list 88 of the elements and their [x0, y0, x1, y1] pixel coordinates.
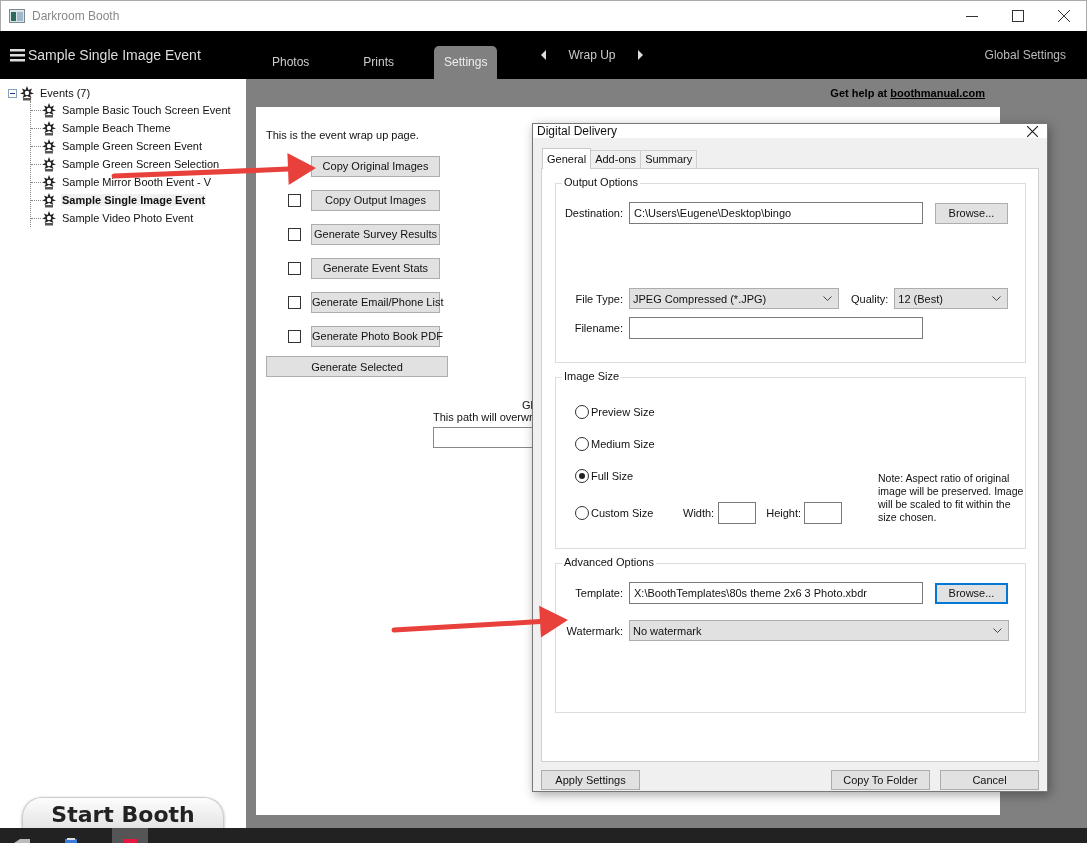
- tree-item[interactable]: Sample Video Photo Event: [61, 212, 195, 224]
- generate-selected-button[interactable]: Generate Selected: [266, 356, 448, 377]
- nav-tab[interactable]: Photos: [258, 46, 324, 79]
- path-field[interactable]: [433, 427, 532, 448]
- checkbox[interactable]: [288, 227, 301, 241]
- field-label: File Type:: [574, 292, 623, 305]
- intro-text: This is the event wrap up page.: [266, 129, 419, 141]
- action-button[interactable]: Copy Output Images: [311, 189, 440, 211]
- chevron-down-icon: [992, 296, 1002, 301]
- field-label: Template:: [574, 587, 623, 599]
- text-field[interactable]: C:\Users\Eugene\Desktop\bingo: [629, 202, 923, 224]
- app-icon: [9, 9, 25, 23]
- tree-item[interactable]: Sample Single Image Event: [61, 194, 207, 206]
- tab[interactable]: Summary: [640, 150, 698, 168]
- text-field[interactable]: [804, 502, 843, 524]
- collapse-icon[interactable]: [8, 88, 17, 98]
- previous-icon[interactable]: [541, 50, 547, 60]
- text-field[interactable]: X:\BoothTemplates\80s theme 2x6 3 Photo.xbdr: [629, 582, 923, 604]
- chevron-down-icon: [823, 296, 832, 301]
- global-settings-link[interactable]: Global Settings: [984, 48, 1087, 62]
- event-icon: [19, 85, 35, 101]
- step-label: Wrap Up: [568, 48, 616, 62]
- field-label: Watermark:: [565, 624, 623, 637]
- dialog-button[interactable]: Apply Settings: [541, 770, 640, 790]
- dropdown[interactable]: 12 (Best): [894, 288, 1009, 309]
- event-icon: [41, 174, 57, 190]
- help-text: Get help at boothmanual.com: [830, 87, 985, 99]
- tree-item[interactable]: Sample Green Screen Selection: [61, 158, 221, 170]
- event-icon: [41, 120, 57, 136]
- group-title: Image Size: [562, 370, 622, 382]
- section-heading: Gl: [521, 399, 533, 411]
- dialog-title: Digital Delivery: [537, 124, 618, 138]
- event-title: Sample Single Image Event: [28, 47, 201, 63]
- action-button[interactable]: Generate Survey Results: [311, 223, 440, 245]
- nav-tab[interactable]: Settings: [434, 46, 498, 79]
- event-icon: [41, 156, 57, 172]
- radio-label[interactable]: Full Size: [591, 470, 681, 482]
- next-icon[interactable]: [637, 50, 643, 60]
- field-label: Height:: [766, 507, 802, 519]
- field-label: Destination:: [564, 207, 623, 219]
- group-title: Advanced Options: [562, 556, 656, 568]
- tree-item[interactable]: Sample Green Screen Event: [61, 140, 204, 152]
- maximize-icon[interactable]: [1012, 10, 1024, 22]
- field-label: Width:: [683, 507, 715, 519]
- radio-label[interactable]: Medium Size: [591, 438, 681, 450]
- tree-item[interactable]: Sample Mirror Booth Event - V: [61, 176, 213, 188]
- field-label: Filename:: [573, 322, 623, 334]
- radio-label[interactable]: Custom Size: [591, 507, 681, 519]
- browse-button[interactable]: Browse...: [935, 582, 1008, 604]
- help-link[interactable]: boothmanual.com: [890, 87, 985, 99]
- radio-button[interactable]: [575, 506, 589, 520]
- dropdown[interactable]: JPEG Compressed (*.JPG): [629, 288, 839, 309]
- nav-tab[interactable]: Prints: [349, 46, 409, 79]
- radio-button[interactable]: [575, 469, 589, 483]
- tab[interactable]: General: [542, 148, 592, 169]
- radio-label[interactable]: Preview Size: [591, 406, 681, 418]
- action-button[interactable]: Copy Original Images: [311, 155, 440, 177]
- field-label: Quality:: [851, 292, 889, 305]
- event-icon: [41, 192, 57, 208]
- window-title: Darkroom Booth: [32, 9, 120, 23]
- chevron-down-icon: [993, 628, 1002, 633]
- note-text: Note: Aspect ratio of original image will be preserved. Image will be scaled to fit within the size chosen.: [878, 472, 1025, 524]
- group-title: Output Options: [562, 176, 640, 188]
- event-icon: [41, 102, 57, 118]
- tree-item[interactable]: Events (7): [39, 87, 92, 99]
- start-booth-button[interactable]: Start Booth: [22, 797, 224, 828]
- path-note: This path will overwr: [433, 411, 533, 423]
- text-field[interactable]: [629, 317, 923, 339]
- taskbar-icon[interactable]: [12, 838, 32, 843]
- dialog-button[interactable]: Cancel: [940, 770, 1039, 790]
- close-icon[interactable]: [1058, 10, 1070, 22]
- tree-item[interactable]: Sample Basic Touch Screen Event: [61, 104, 232, 116]
- dropdown[interactable]: No watermark: [629, 620, 1009, 641]
- menu-icon[interactable]: [10, 48, 25, 62]
- text-field[interactable]: [718, 502, 757, 524]
- checkbox[interactable]: [288, 329, 301, 343]
- close-icon[interactable]: [1027, 125, 1038, 137]
- dialog-button[interactable]: Copy To Folder: [831, 770, 930, 790]
- checkbox[interactable]: [288, 193, 301, 207]
- tree-item[interactable]: Sample Beach Theme: [61, 122, 172, 134]
- checkbox[interactable]: [288, 261, 301, 275]
- checkbox[interactable]: [288, 295, 301, 309]
- event-icon: [41, 138, 57, 154]
- radio-button[interactable]: [575, 437, 589, 451]
- action-button[interactable]: Generate Event Stats: [311, 257, 440, 279]
- radio-button[interactable]: [575, 405, 589, 419]
- event-icon: [41, 210, 57, 226]
- browse-button[interactable]: Browse...: [935, 202, 1008, 224]
